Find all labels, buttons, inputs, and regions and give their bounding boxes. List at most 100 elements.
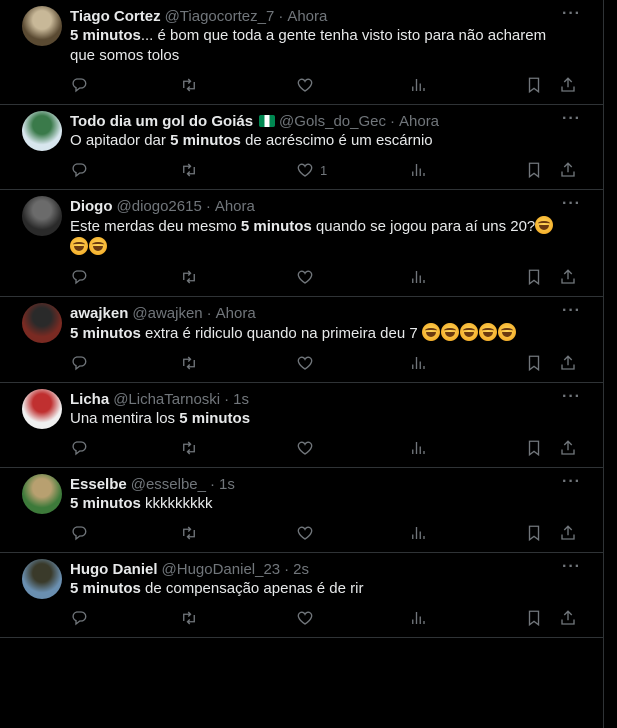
- views-icon: [412, 527, 425, 539]
- retweet-button[interactable]: [180, 439, 198, 457]
- tweet[interactable]: Diogo @diogo2615 · Ahora ··· Este merdas deu …: [0, 190, 603, 297]
- tweet[interactable]: Todo dia um gol do Goiás @Gols_do_Gec · Aho…: [0, 105, 603, 190]
- views-button[interactable]: [409, 268, 427, 286]
- timestamp[interactable]: 2s: [293, 561, 309, 578]
- more-options-icon[interactable]: ···: [562, 473, 581, 491]
- scrollbar[interactable]: [605, 0, 617, 728]
- timeline-feed[interactable]: Tiago Cortez @Tiagocortez_7 · Ahora ··· 5 min…: [0, 0, 604, 728]
- avatar[interactable]: [22, 196, 62, 236]
- tweet-actions: [70, 607, 587, 637]
- like-button[interactable]: [296, 76, 314, 94]
- author-handle[interactable]: @Tiagocortez_7: [165, 8, 275, 25]
- share-button[interactable]: [559, 439, 577, 457]
- author-handle[interactable]: @awajken: [132, 305, 202, 322]
- timestamp[interactable]: 1s: [233, 391, 249, 408]
- retweet-button[interactable]: [180, 161, 198, 179]
- timestamp[interactable]: Ahora: [216, 305, 256, 322]
- share-icon: [561, 269, 575, 284]
- reply-button[interactable]: [70, 439, 88, 457]
- author-name[interactable]: Esselbe: [70, 476, 127, 493]
- separator: ·: [205, 197, 211, 215]
- tweet-text: Este merdas deu mesmo 5 minutos quando s…: [70, 216, 587, 258]
- like-button[interactable]: [296, 524, 314, 542]
- share-button[interactable]: [559, 268, 577, 286]
- like-button[interactable]: [296, 268, 314, 286]
- reply-button[interactable]: [70, 268, 88, 286]
- reply-button[interactable]: [70, 161, 88, 179]
- bookmark-button[interactable]: [525, 439, 543, 457]
- retweet-button[interactable]: [180, 268, 198, 286]
- reply-button[interactable]: [70, 524, 88, 542]
- retweet-button[interactable]: [180, 354, 198, 372]
- bookmark-button[interactable]: [525, 161, 543, 179]
- bookmark-icon: [528, 269, 540, 286]
- share-button[interactable]: [559, 161, 577, 179]
- avatar[interactable]: [22, 389, 62, 429]
- highlighted-text: 5 minutos: [240, 218, 312, 235]
- bookmark-button[interactable]: [525, 76, 543, 94]
- share-button[interactable]: [559, 354, 577, 372]
- author-name[interactable]: Todo dia um gol do Goiás: [70, 113, 253, 130]
- author-name[interactable]: awajken: [70, 305, 128, 322]
- author-name[interactable]: Diogo: [70, 198, 113, 215]
- views-button[interactable]: [409, 524, 427, 542]
- bookmark-button[interactable]: [525, 524, 543, 542]
- views-button[interactable]: [409, 439, 427, 457]
- more-options-icon[interactable]: ···: [562, 388, 581, 406]
- views-button[interactable]: [409, 354, 427, 372]
- author-name[interactable]: Hugo Daniel: [70, 561, 158, 578]
- like-button[interactable]: [296, 609, 314, 627]
- laughing-emoji-icon: [70, 237, 88, 255]
- avatar[interactable]: [22, 6, 62, 46]
- author-handle[interactable]: @Gols_do_Gec: [279, 113, 386, 130]
- bookmark-icon: [528, 355, 540, 372]
- more-options-icon[interactable]: ···: [562, 558, 581, 576]
- tweet[interactable]: Hugo Daniel @HugoDaniel_23 · 2s ··· 5 minutos…: [0, 553, 603, 638]
- more-options-icon[interactable]: ···: [562, 110, 581, 128]
- laughing-emoji-icon: [459, 323, 478, 341]
- timestamp[interactable]: Ahora: [399, 113, 439, 130]
- views-button[interactable]: [409, 161, 427, 179]
- more-options-icon[interactable]: ···: [562, 302, 581, 320]
- views-button[interactable]: [409, 76, 427, 94]
- retweet-button[interactable]: [180, 524, 198, 542]
- author-name[interactable]: Tiago Cortez: [70, 8, 161, 25]
- highlighted-text: 5 minutos: [70, 495, 141, 512]
- like-button[interactable]: [296, 354, 314, 372]
- timestamp[interactable]: Ahora: [287, 8, 327, 25]
- bookmark-button[interactable]: [525, 354, 543, 372]
- author-handle[interactable]: @esselbe_: [131, 476, 206, 493]
- timestamp[interactable]: Ahora: [215, 198, 255, 215]
- tweet[interactable]: awajken @awajken · Ahora ··· 5 minutos extra …: [0, 297, 603, 383]
- tweet[interactable]: Tiago Cortez @Tiagocortez_7 · Ahora ··· 5 min…: [0, 0, 603, 105]
- author-name[interactable]: Licha: [70, 391, 109, 408]
- avatar[interactable]: [22, 559, 62, 599]
- timestamp[interactable]: 1s: [219, 476, 235, 493]
- author-handle[interactable]: @diogo2615: [117, 198, 202, 215]
- laughing-emoji-icon: [440, 323, 459, 341]
- reply-button[interactable]: [70, 609, 88, 627]
- like-button[interactable]: 1: [296, 161, 327, 179]
- like-button[interactable]: [296, 439, 314, 457]
- avatar[interactable]: [22, 474, 62, 514]
- share-button[interactable]: [559, 76, 577, 94]
- bookmark-button[interactable]: [525, 268, 543, 286]
- tweet[interactable]: Licha @LichaTarnoski · 1s ··· Una mentira los…: [0, 383, 603, 468]
- views-button[interactable]: [409, 609, 427, 627]
- reply-button[interactable]: [70, 354, 88, 372]
- author-handle[interactable]: @HugoDaniel_23: [162, 561, 281, 578]
- views-icon: [412, 612, 425, 624]
- avatar[interactable]: [22, 303, 62, 343]
- tweet[interactable]: Esselbe @esselbe_ · 1s ··· 5 minutos kkkkkkkk…: [0, 468, 603, 553]
- more-options-icon[interactable]: ···: [562, 195, 581, 213]
- share-button[interactable]: [559, 524, 577, 542]
- reply-button[interactable]: [70, 76, 88, 94]
- more-options-icon[interactable]: ···: [562, 5, 581, 23]
- retweet-button[interactable]: [180, 609, 198, 627]
- author-handle[interactable]: @LichaTarnoski: [113, 391, 220, 408]
- bookmark-button[interactable]: [525, 609, 543, 627]
- share-button[interactable]: [559, 609, 577, 627]
- bookmark-icon: [528, 610, 540, 627]
- retweet-button[interactable]: [180, 76, 198, 94]
- avatar[interactable]: [22, 111, 62, 151]
